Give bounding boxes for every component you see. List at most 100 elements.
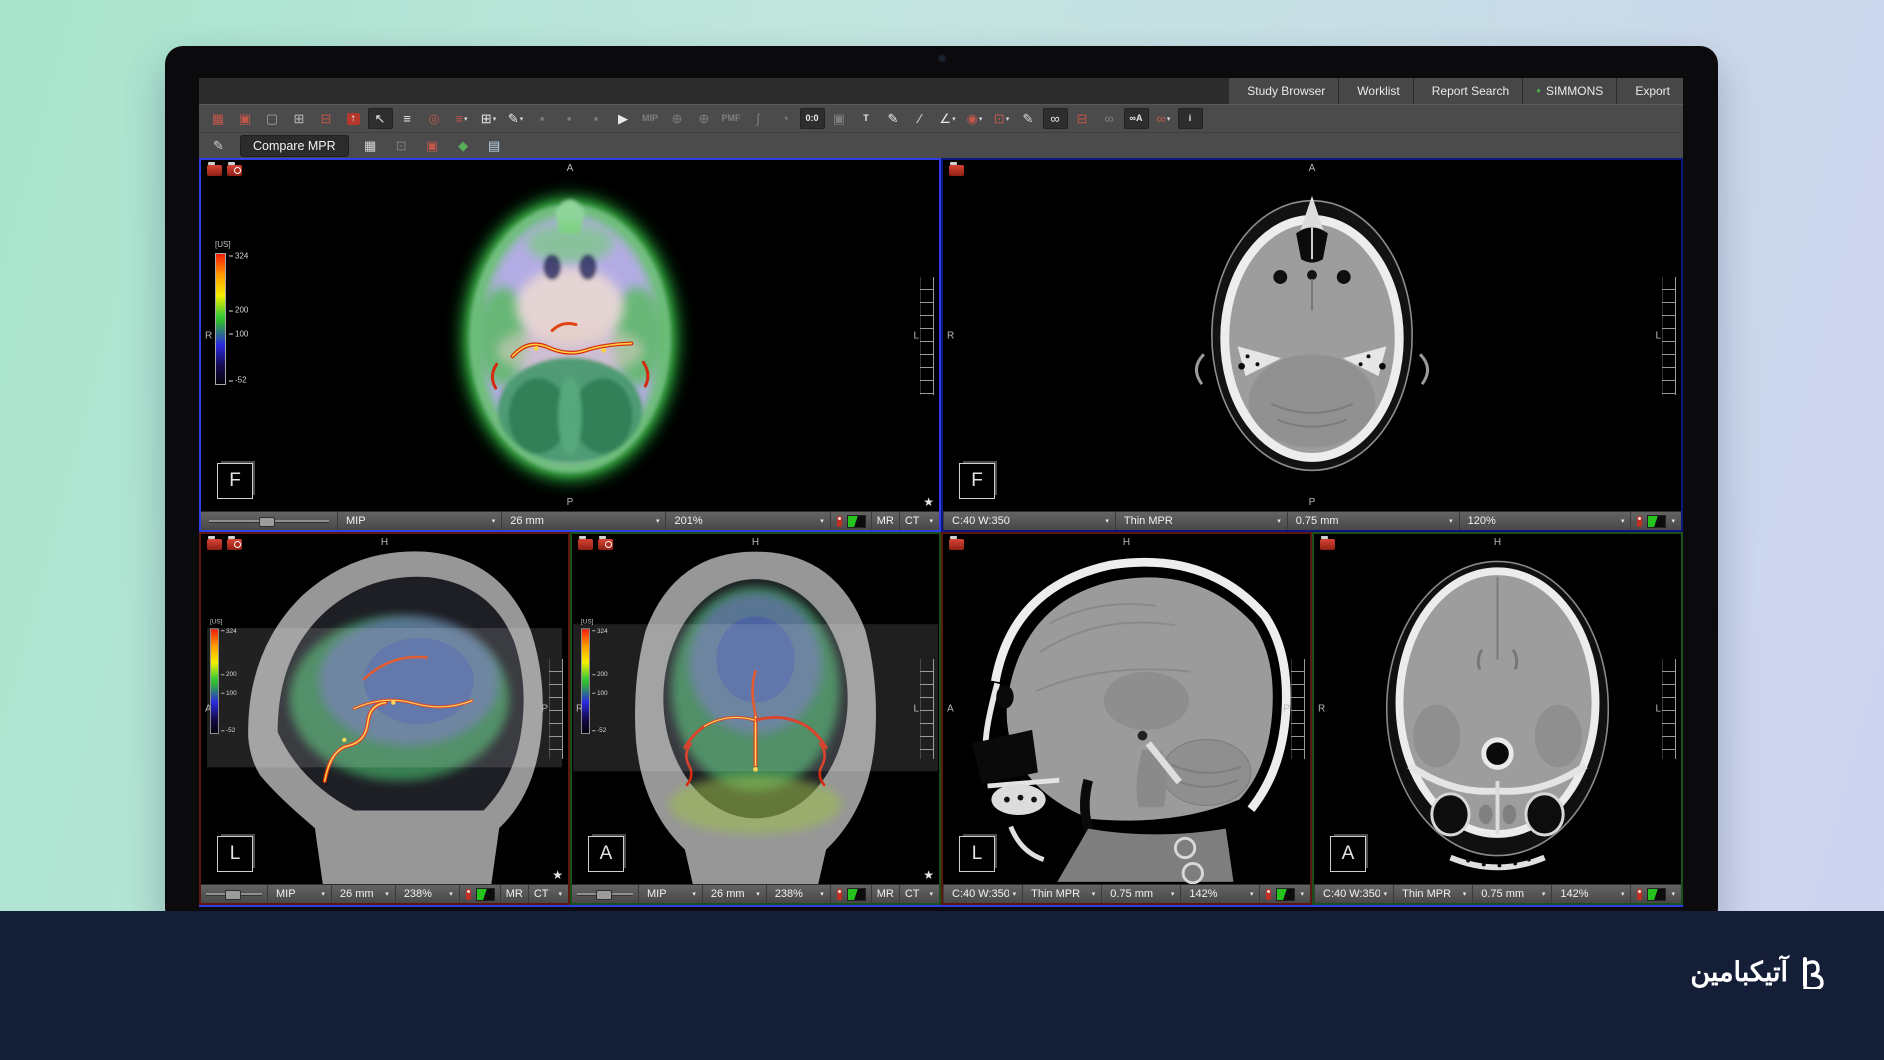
db-series-icon[interactable]: ⊟ [1070,108,1095,129]
info-icon[interactable]: i [1178,108,1203,129]
status-dropdown[interactable]: 0.75 mm ▾ [1287,512,1459,530]
tile-count-icon[interactable]: 0:0 [800,108,825,129]
orientation-cube[interactable]: F [959,463,995,499]
ruler-measure-icon[interactable]: ∕ [908,108,933,129]
marker-pen-icon[interactable]: ✎ [1016,108,1041,129]
pmf-icon[interactable]: PMF [719,108,744,129]
unload-series-icon[interactable] [949,165,964,176]
slice-slider[interactable] [206,890,262,898]
unload-series-icon[interactable] [949,539,964,550]
orientation-cube[interactable]: L [959,836,995,872]
protocol-lock-icon[interactable]: ⊞ [287,108,312,129]
step-back-icon[interactable]: ▪ [530,108,555,129]
series-grid-icon[interactable]: ▦ [206,108,231,129]
slice-slider[interactable] [577,890,633,898]
orientation-cube[interactable]: F [217,463,253,499]
status-dropdown[interactable]: MIP ▾ [638,885,702,903]
clock-icon[interactable]: ◔ [773,108,798,129]
blank-page-icon[interactable]: ▢ [260,108,285,129]
viewport-fused-coronal[interactable]: H R L [US] 324 200 100 [570,532,941,905]
snapshot-icon[interactable]: ◉ ▾ [962,108,987,129]
unload-pin-icon[interactable] [837,516,842,527]
compare-mpr-button[interactable]: Compare MPR [240,135,349,157]
record-series-icon[interactable] [227,165,242,176]
step-forward-icon[interactable]: ▪ [557,108,582,129]
key-image-star-icon[interactable]: ★ [923,495,934,509]
unload-series-icon[interactable] [578,539,593,550]
tab-worklist[interactable]: Worklist [1339,78,1412,104]
modality-mr[interactable]: MR [871,885,899,903]
loop-icon[interactable]: ▪ [584,108,609,129]
volume-3d-icon[interactable]: ◆ [451,135,476,156]
image-state-icon[interactable] [847,515,866,528]
unload-pin-icon[interactable] [1266,889,1271,900]
image-state-icon[interactable] [476,888,495,901]
tab-study-browser[interactable]: Study Browser [1229,78,1338,104]
status-dropdown[interactable]: 238% ▾ [766,885,830,903]
mip-mode-icon[interactable]: MIP [638,108,663,129]
image-state-icon[interactable] [1276,888,1295,901]
mpr-layout-icon[interactable]: ▦ [358,135,383,156]
dropdown-caret-icon[interactable]: ▾ [558,890,562,898]
status-dropdown[interactable]: Thin MPR ▾ [1115,512,1287,530]
status-dropdown[interactable]: C:40 W:350 ▾ [943,885,1022,903]
center-point-icon[interactable]: ⊕ [692,108,717,129]
status-dropdown[interactable]: 0.75 mm ▾ [1472,885,1551,903]
status-dropdown[interactable]: 142% ▾ [1551,885,1630,903]
modality-ct[interactable]: CT [899,885,925,903]
status-dropdown[interactable]: Thin MPR ▾ [1393,885,1472,903]
status-dropdown[interactable]: C:40 W:350 ▾ [943,512,1115,530]
capture-region-icon[interactable]: ⊡ ▾ [989,108,1014,129]
dropdown-caret-icon[interactable]: ▾ [1300,890,1304,898]
image-state-icon[interactable] [847,888,866,901]
edit-view-icon[interactable]: ✎ [206,135,231,156]
window-preset-icon[interactable]: ✎ ▾ [503,108,528,129]
unload-series-icon[interactable] [207,539,222,550]
unload-pin-icon[interactable] [1637,889,1642,900]
sync-link-icon[interactable]: ∞ [1043,108,1068,129]
pencil-annotation-icon[interactable]: ✎ [881,108,906,129]
status-dropdown[interactable]: 201% ▾ [665,512,829,530]
import-image-icon[interactable]: ↑ [341,108,366,129]
cart-icon[interactable]: ⊟ [314,108,339,129]
curve-tool-icon[interactable]: ∫ [746,108,771,129]
open-folder-icon[interactable]: ▣ [233,108,258,129]
browse-series-icon[interactable]: ≡ [395,108,420,129]
dropdown-caret-icon[interactable]: ▾ [1671,890,1675,898]
unload-pin-icon[interactable] [1637,516,1642,527]
report-doc-icon[interactable]: ▤ [482,135,507,156]
overlay-image-icon[interactable]: ▣ [420,135,445,156]
image-state-icon[interactable] [1647,515,1666,528]
dropdown-caret-icon[interactable]: ▾ [929,517,933,525]
dropdown-caret-icon[interactable]: ▾ [1671,517,1675,525]
record-series-icon[interactable] [227,539,242,550]
fusion-off-icon[interactable]: ⊡ [389,135,414,156]
slice-slider[interactable] [209,517,329,525]
tab-simmons[interactable]: ● SIMMONS [1523,78,1616,104]
unload-series-icon[interactable] [1320,539,1335,550]
sort-series-icon[interactable]: ≡ ▾ [449,108,474,129]
tab-export[interactable]: Export [1617,78,1683,104]
viewport-ct-coronal[interactable]: H R L A C:40 W:350 [1312,532,1683,905]
image-state-icon[interactable] [1647,888,1666,901]
text-annotation-icon[interactable]: T [854,108,879,129]
status-dropdown[interactable]: 142% ▾ [1180,885,1259,903]
status-dropdown[interactable]: C:40 W:350 ▾ [1314,885,1393,903]
link-options-icon[interactable]: ∞ ▾ [1151,108,1176,129]
play-icon[interactable]: ▶ [611,108,636,129]
dropdown-caret-icon[interactable]: ▾ [929,890,933,898]
modality-mr[interactable]: MR [871,512,899,530]
crosshair-icon[interactable]: ⊕ [665,108,690,129]
link-off-icon[interactable]: ∞ [1097,108,1122,129]
key-image-star-icon[interactable]: ★ [552,868,563,882]
status-dropdown[interactable]: 26 mm ▾ [501,512,665,530]
tab-report-search[interactable]: Report Search [1414,78,1522,104]
status-dropdown[interactable]: 238% ▾ [395,885,459,903]
modality-mr[interactable]: MR [500,885,528,903]
status-dropdown[interactable]: MIP ▾ [337,512,501,530]
orientation-cube[interactable]: L [217,836,253,872]
record-series-icon[interactable] [598,539,613,550]
rotate-scope-icon[interactable]: ◎ [422,108,447,129]
unload-series-icon[interactable] [207,165,222,176]
status-dropdown[interactable]: Thin MPR ▾ [1022,885,1101,903]
